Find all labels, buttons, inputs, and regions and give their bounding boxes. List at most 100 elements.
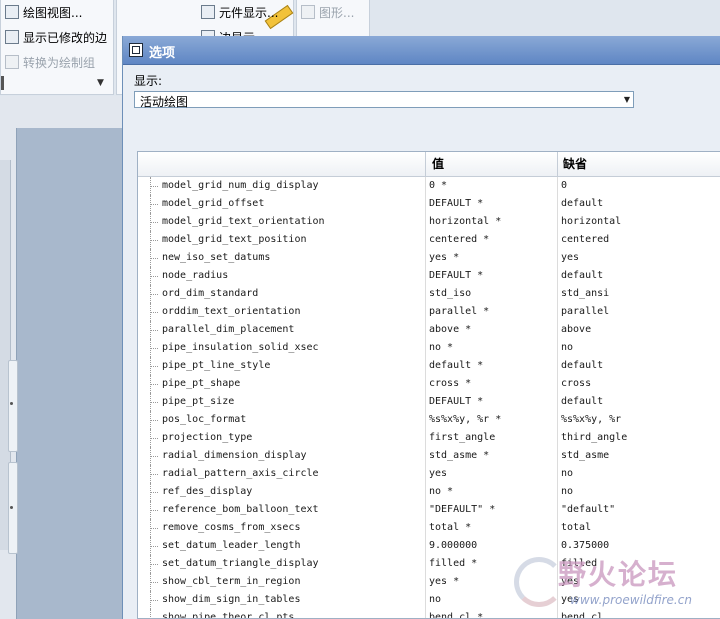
- tree-line: [150, 600, 158, 601]
- cell-divider: [557, 339, 558, 357]
- table-row[interactable]: node_radius DEFAULT * default: [138, 267, 720, 285]
- dialog-titlebar[interactable]: 选项: [123, 36, 720, 65]
- cell-divider: [557, 465, 558, 483]
- option-default: default: [561, 396, 604, 407]
- option-name: orddim_text_orientation: [162, 306, 301, 317]
- cell-divider: [557, 483, 558, 501]
- option-name: model_grid_offset: [162, 198, 265, 209]
- table-row[interactable]: pipe_pt_shape cross * cross: [138, 375, 720, 393]
- tree-line: [150, 258, 158, 259]
- table-row[interactable]: radial_dimension_display std_asme * std_as…: [138, 447, 720, 465]
- cell-divider: [425, 537, 426, 555]
- component-display-button[interactable]: 元件显示...: [201, 2, 278, 22]
- table-row[interactable]: model_grid_num_dig_display 0 * 0: [138, 177, 720, 195]
- option-value[interactable]: parallel *: [429, 303, 489, 321]
- option-value[interactable]: "DEFAULT" *: [429, 501, 495, 519]
- option-default: no: [561, 342, 574, 353]
- column-divider[interactable]: [557, 152, 558, 176]
- option-value[interactable]: 9.000000: [429, 537, 477, 555]
- group-dropdown-icon[interactable]: ▼: [97, 78, 104, 88]
- option-value[interactable]: total *: [429, 519, 471, 537]
- table-row[interactable]: model_grid_text_orientation horizontal * h…: [138, 213, 720, 231]
- tree-line: [150, 204, 158, 205]
- column-header-default[interactable]: 缺省: [563, 152, 587, 176]
- option-name: radial_dimension_display: [162, 450, 307, 461]
- cell-divider: [425, 447, 426, 465]
- table-row[interactable]: orddim_text_orientation parallel * paralle…: [138, 303, 720, 321]
- component-icon: [201, 5, 215, 19]
- convert-to-draw-group-button[interactable]: 转换为绘制组: [5, 52, 95, 72]
- cell-divider: [425, 411, 426, 429]
- table-row[interactable]: pos_loc_format %s%x%y, %r * %s%x%y, %r: [138, 411, 720, 429]
- option-default: no: [561, 486, 574, 497]
- table-row[interactable]: pipe_insulation_solid_xsec no * no: [138, 339, 720, 357]
- table-row[interactable]: ref_des_display no * no: [138, 483, 720, 501]
- option-name: pipe_pt_size: [162, 396, 235, 407]
- tree-line: [150, 348, 158, 349]
- option-value[interactable]: yes *: [429, 249, 459, 267]
- option-name: model_grid_text_orientation: [162, 216, 325, 227]
- option-value[interactable]: no: [429, 591, 441, 609]
- cell-divider: [557, 231, 558, 249]
- table-row[interactable]: parallel_dim_placement above * above: [138, 321, 720, 339]
- option-value[interactable]: yes: [429, 465, 447, 483]
- option-name: new_iso_set_datums: [162, 252, 271, 263]
- cell-divider: [425, 429, 426, 447]
- option-value[interactable]: DEFAULT *: [429, 195, 483, 213]
- option-value[interactable]: bend_cl *: [429, 609, 483, 618]
- tree-line: [150, 528, 158, 529]
- option-value[interactable]: std_iso: [429, 285, 471, 303]
- option-value[interactable]: first_angle: [429, 429, 495, 447]
- edge-icon: [5, 30, 19, 44]
- option-value[interactable]: no *: [429, 339, 453, 357]
- watermark-logo: [514, 557, 564, 607]
- option-value[interactable]: DEFAULT *: [429, 393, 483, 411]
- option-value[interactable]: above *: [429, 321, 471, 339]
- table-row[interactable]: model_grid_offset DEFAULT * default: [138, 195, 720, 213]
- drawing-view-button[interactable]: 绘图视图...: [5, 2, 82, 22]
- table-row[interactable]: pipe_pt_line_style default * default: [138, 357, 720, 375]
- option-value[interactable]: cross *: [429, 375, 471, 393]
- drawing-view-label: 绘图视图...: [23, 5, 83, 20]
- table-row[interactable]: pipe_pt_size DEFAULT * default: [138, 393, 720, 411]
- option-default: no: [561, 468, 574, 479]
- tree-line: [150, 330, 158, 331]
- tree-line: [150, 366, 158, 367]
- option-name: set_datum_triangle_display: [162, 558, 319, 569]
- cell-divider: [557, 357, 558, 375]
- table-row[interactable]: reference_bom_balloon_text "DEFAULT" * "de…: [138, 501, 720, 519]
- column-header-value[interactable]: 值: [432, 152, 444, 176]
- ribbon-group-views: 绘图视图... 显示已修改的边 转换为绘制组 ▼: [0, 0, 114, 95]
- options-dialog: 选项 显示: 活动绘图 ▼ 值 缺省 model_grid_num_dig_di…: [122, 36, 720, 619]
- table-row[interactable]: new_iso_set_datums yes * yes: [138, 249, 720, 267]
- option-default: yes: [561, 252, 580, 263]
- show-select[interactable]: 活动绘图 ▼: [134, 91, 634, 109]
- cell-divider: [557, 429, 558, 447]
- option-value[interactable]: default *: [429, 357, 483, 375]
- show-modified-edges-button[interactable]: 显示已修改的边: [5, 27, 107, 47]
- option-value[interactable]: %s%x%y, %r *: [429, 411, 501, 429]
- host-scroll-handle[interactable]: [8, 360, 18, 452]
- show-modified-edges-label: 显示已修改的边: [23, 30, 108, 45]
- cell-divider: [557, 447, 558, 465]
- option-value[interactable]: horizontal *: [429, 213, 501, 231]
- option-value[interactable]: DEFAULT *: [429, 267, 483, 285]
- option-name: set_datum_leader_length: [162, 540, 301, 551]
- option-value[interactable]: centered *: [429, 231, 489, 249]
- option-default: std_asme: [561, 450, 610, 461]
- table-row[interactable]: ord_dim_standard std_iso std_ansi: [138, 285, 720, 303]
- option-value[interactable]: no *: [429, 483, 453, 501]
- table-row[interactable]: remove_cosms_from_xsecs total * total: [138, 519, 720, 537]
- option-value[interactable]: yes *: [429, 573, 459, 591]
- table-header: 值 缺省: [138, 152, 720, 177]
- table-row[interactable]: model_grid_text_position centered * center…: [138, 231, 720, 249]
- table-row[interactable]: radial_pattern_axis_circle yes no: [138, 465, 720, 483]
- graph-button[interactable]: 图形...: [301, 2, 354, 22]
- option-name: pipe_insulation_solid_xsec: [162, 342, 319, 353]
- option-value[interactable]: filled *: [429, 555, 477, 573]
- table-row[interactable]: projection_type first_angle third_angle: [138, 429, 720, 447]
- option-name: pipe_pt_shape: [162, 378, 241, 389]
- column-divider[interactable]: [425, 152, 426, 176]
- option-value[interactable]: 0 *: [429, 177, 447, 195]
- option-value[interactable]: std_asme *: [429, 447, 489, 465]
